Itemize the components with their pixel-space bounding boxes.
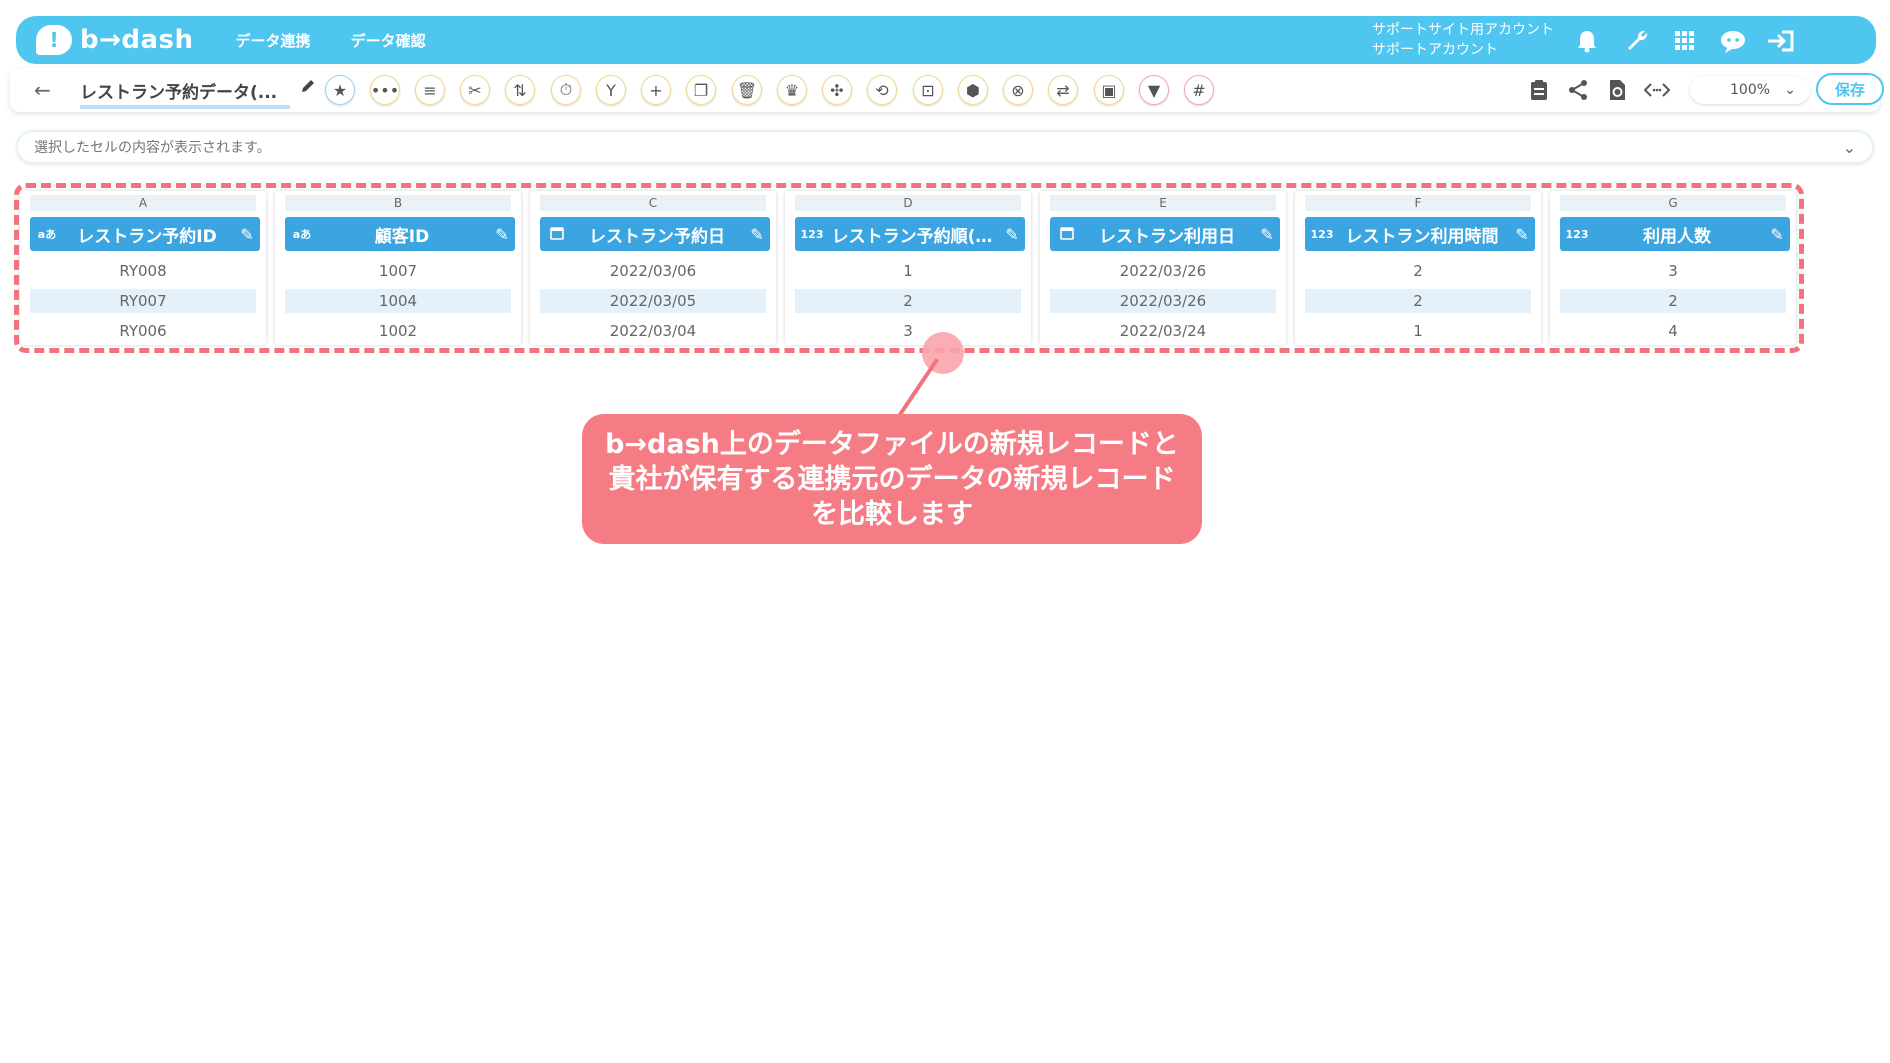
copy-icon[interactable]: ❐: [686, 75, 716, 105]
editor-toolbar: ← レストラン予約データ(... ★ ••• ≡ ✂ ⇅ ⏱ Y + ❐ 🗑 ♛…: [10, 68, 1884, 112]
logo-bubble-icon: !: [36, 25, 72, 55]
cell-content-input[interactable]: [32, 137, 1816, 159]
nav-data-integration[interactable]: データ連携: [236, 30, 311, 51]
list-lines-icon[interactable]: ≡: [415, 75, 445, 105]
cell-content-bar: ⌄: [16, 130, 1874, 164]
expand-chevron-icon[interactable]: ⌄: [1843, 138, 1856, 157]
refresh-document-icon[interactable]: [1604, 77, 1630, 103]
callout-line-1: b→dash上のデータファイルの新規レコードと: [605, 428, 1179, 460]
bdash-logo[interactable]: ! b→dash: [36, 25, 194, 55]
trash-icon[interactable]: 🗑: [732, 75, 762, 105]
plus-icon[interactable]: +: [641, 75, 671, 105]
back-arrow-icon[interactable]: ←: [34, 78, 51, 102]
callout-connector-line: [895, 358, 939, 421]
account-name: サポートサイト用アカウント: [1372, 22, 1554, 38]
timer-icon[interactable]: ⏱: [551, 75, 581, 105]
chevron-down-icon: ⌄: [1784, 82, 1796, 98]
account-user: サポートアカウント: [1372, 42, 1498, 58]
extract-icon[interactable]: ⊡: [913, 75, 943, 105]
dashed-highlight-frame: [14, 183, 1804, 353]
apps-grid-icon[interactable]: [1670, 26, 1700, 56]
zoom-select[interactable]: 100% ⌄: [1690, 76, 1810, 104]
save-button[interactable]: 保存: [1816, 73, 1884, 105]
compress-icon[interactable]: ✣: [822, 75, 852, 105]
wrench-icon[interactable]: [1622, 26, 1652, 56]
cancel-circle-icon[interactable]: ⊗: [1003, 75, 1033, 105]
favorite-star-icon[interactable]: ★: [325, 75, 355, 105]
callout-line-3: を比較します: [811, 498, 973, 530]
clipboard-icon[interactable]: [1526, 77, 1552, 103]
code-embed-icon[interactable]: [1644, 77, 1670, 103]
package-icon[interactable]: ⬢: [958, 75, 988, 105]
logout-icon[interactable]: [1766, 26, 1796, 56]
scissors-icon[interactable]: ✂: [460, 75, 490, 105]
merge-rows-icon[interactable]: ⇅: [505, 75, 535, 105]
support-chat-icon[interactable]: [1718, 26, 1748, 56]
nav-data-check[interactable]: データ確認: [351, 30, 426, 51]
branch-icon[interactable]: Y: [596, 75, 626, 105]
share-icon[interactable]: [1565, 77, 1591, 103]
frame-icon[interactable]: ▣: [1094, 75, 1124, 105]
top-navigation-bar: ! b→dash データ連携 データ確認 サポートサイト用アカウント サポートア…: [16, 16, 1876, 64]
edit-title-pencil-icon[interactable]: [300, 78, 316, 98]
repeat-icon[interactable]: ⟲: [867, 75, 897, 105]
file-title[interactable]: レストラン予約データ(...: [80, 78, 290, 109]
callout-annotation: b→dash上のデータファイルの新規レコードと 貴社が保有する連携元のデータの新…: [582, 414, 1202, 544]
callout-line-2: 貴社が保有する連携元のデータの新規レコード: [608, 463, 1176, 495]
more-dots-icon[interactable]: •••: [370, 75, 400, 105]
logo-text: b→dash: [80, 25, 194, 55]
account-info[interactable]: サポートサイト用アカウント サポートアカウント: [1372, 20, 1554, 60]
grid-code-icon[interactable]: #: [1184, 75, 1214, 105]
crown-icon[interactable]: ♛: [777, 75, 807, 105]
replace-icon[interactable]: ⇄: [1048, 75, 1078, 105]
bell-icon[interactable]: [1572, 26, 1602, 56]
zoom-value: 100%: [1730, 82, 1771, 98]
filter-icon[interactable]: ▼: [1139, 75, 1169, 105]
